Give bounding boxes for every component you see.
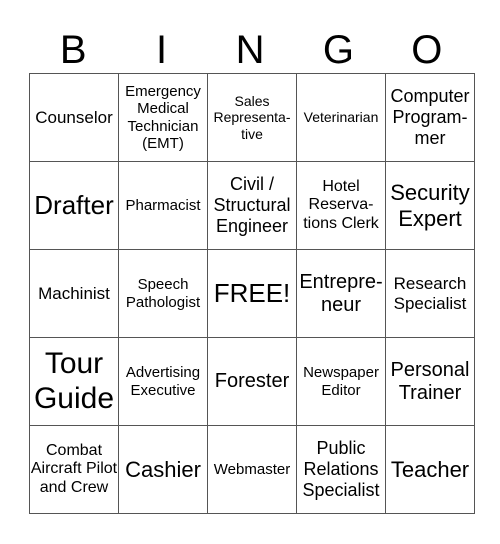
bingo-cell[interactable]: Combat Aircraft Pilot and Crew — [29, 425, 119, 514]
bingo-cell[interactable]: Public Relations Specialist — [296, 425, 386, 514]
bingo-cell[interactable]: Counselor — [29, 73, 119, 162]
bingo-cell[interactable]: Veterinarian — [296, 73, 386, 162]
bingo-cell[interactable]: Tour Guide — [29, 337, 119, 426]
header-letter-i: I — [156, 28, 168, 72]
bingo-cell[interactable]: Machinist — [29, 249, 119, 338]
bingo-grid: Counselor Emergency Medical Technician (… — [29, 73, 475, 514]
bingo-cell[interactable]: Advertising Executive — [118, 337, 208, 426]
grid-row: Machinist Speech Pathologist FREE! Entre… — [29, 249, 475, 338]
header-letter-n: N — [235, 28, 265, 72]
bingo-header: B I N G O — [29, 28, 471, 73]
header-letter-o: O — [411, 28, 443, 72]
bingo-cell[interactable]: Research Specialist — [385, 249, 475, 338]
bingo-cell[interactable]: Emergency Medical Technician (EMT) — [118, 73, 208, 162]
header-letter-b: B — [59, 28, 87, 72]
header-letter-g: G — [322, 28, 354, 72]
bingo-cell[interactable]: Drafter — [29, 161, 119, 250]
bingo-cell[interactable]: Computer Program-mer — [385, 73, 475, 162]
bingo-cell[interactable]: Cashier — [118, 425, 208, 514]
grid-row: Drafter Pharmacist Civil / Structural En… — [29, 161, 475, 250]
bingo-cell[interactable]: Teacher — [385, 425, 475, 514]
bingo-cell[interactable]: Speech Pathologist — [118, 249, 208, 338]
grid-row: Counselor Emergency Medical Technician (… — [29, 73, 475, 162]
bingo-cell[interactable]: Forester — [207, 337, 297, 426]
bingo-cell[interactable]: Civil / Structural Engineer — [207, 161, 297, 250]
bingo-cell[interactable]: Sales Representa-tive — [207, 73, 297, 162]
bingo-cell[interactable]: Security Expert — [385, 161, 475, 250]
bingo-cell[interactable]: Entrepre-neur — [296, 249, 386, 338]
grid-row: Combat Aircraft Pilot and Crew Cashier W… — [29, 425, 475, 514]
bingo-cell[interactable]: Webmaster — [207, 425, 297, 514]
bingo-cell[interactable]: Newspaper Editor — [296, 337, 386, 426]
free-space[interactable]: FREE! — [207, 249, 297, 338]
bingo-cell[interactable]: Hotel Reserva-tions Clerk — [296, 161, 386, 250]
bingo-cell[interactable]: Pharmacist — [118, 161, 208, 250]
bingo-cell[interactable]: Personal Trainer — [385, 337, 475, 426]
grid-row: Tour Guide Advertising Executive Foreste… — [29, 337, 475, 426]
